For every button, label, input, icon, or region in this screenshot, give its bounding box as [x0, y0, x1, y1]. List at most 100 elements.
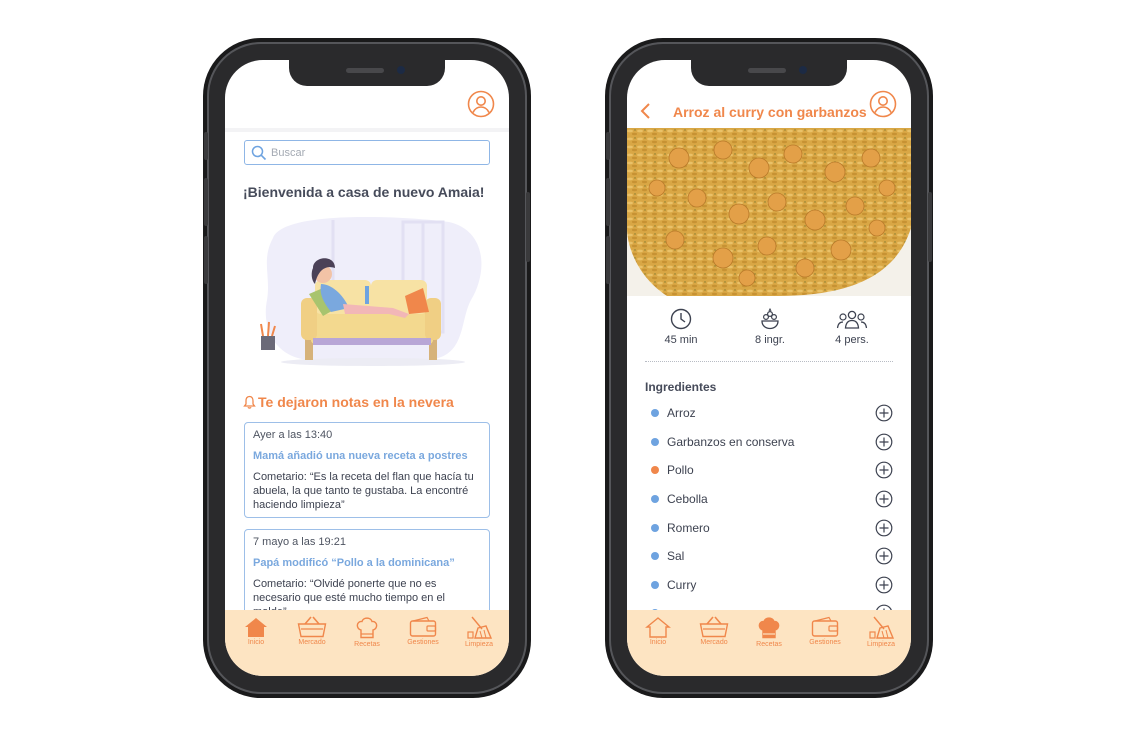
chef-hat-icon [356, 617, 378, 639]
home-icon [645, 617, 671, 638]
ingredient-row: Sal [651, 546, 893, 566]
recipe-screen: Arroz al curry con garbanzos 45 min 8 in… [627, 60, 911, 676]
bell-icon [243, 395, 256, 409]
tab-gestiones[interactable]: Gestiones [395, 616, 451, 656]
ingredient-name: Romero [667, 521, 710, 535]
tab-mercado[interactable]: Mercado [284, 616, 340, 656]
tab-label: Mercado [298, 639, 326, 646]
note-timestamp: Ayer a las 13:40 [253, 429, 333, 441]
home-screen: ¡Bienvenida a casa de nuevo Amaia! [225, 60, 509, 676]
power-button [526, 192, 530, 262]
notch [691, 60, 847, 86]
tab-label: Mercado [700, 639, 728, 646]
welcome-heading: ¡Bienvenida a casa de nuevo Amaia! [243, 184, 485, 200]
broom-icon [467, 616, 492, 639]
user-avatar-icon[interactable] [869, 90, 897, 118]
tab-recetas[interactable]: Recetas [339, 616, 395, 656]
stat-people-value: 4 pers. [835, 334, 869, 346]
search-input[interactable] [271, 144, 481, 161]
chef-hat-icon [758, 617, 780, 639]
bullet-dot [651, 438, 659, 446]
add-circle-icon[interactable] [875, 490, 893, 508]
back-chevron-icon[interactable] [637, 100, 655, 122]
stat-people: 4 pers. [822, 308, 882, 346]
bullet-dot [651, 524, 659, 532]
tab-inicio[interactable]: Inicio [228, 616, 284, 656]
note-card[interactable]: Ayer a las 13:40 Mamá añadió una nueva r… [244, 422, 490, 518]
power-button [928, 192, 932, 262]
phone-home: ¡Bienvenida a casa de nuevo Amaia! [204, 42, 530, 694]
basket-icon [297, 616, 327, 638]
tab-label: Recetas [756, 641, 782, 648]
add-circle-icon[interactable] [875, 576, 893, 594]
tab-inicio[interactable]: Inicio [630, 616, 686, 656]
tab-label: Gestiones [407, 639, 439, 646]
bullet-dot [651, 552, 659, 560]
tab-bar: Inicio Mercado Recetas Gestiones Limpiez… [225, 610, 509, 676]
ingredient-row: Garbanzos en conserva [651, 432, 893, 452]
search-icon [251, 145, 267, 161]
recipe-title: Arroz al curry con garbanzos [673, 104, 867, 120]
broom-icon [869, 616, 894, 639]
tab-label: Recetas [354, 641, 380, 648]
bullet-dot [651, 495, 659, 503]
wallet-icon [811, 616, 839, 637]
volume-down-button [606, 236, 610, 284]
ingredient-name: Arroz [667, 406, 696, 420]
add-circle-icon[interactable] [875, 547, 893, 565]
add-circle-icon[interactable] [875, 433, 893, 451]
ingredient-row: Curry [651, 575, 893, 595]
mute-switch [204, 132, 208, 160]
note-comment: Cometario: “Es la receta del flan que ha… [253, 471, 474, 511]
recipe-photo [627, 128, 911, 296]
stat-ingredients: 8 ingr. [740, 308, 800, 346]
ingredient-row: Arroz [651, 403, 893, 423]
ingredient-row: Cebolla [651, 489, 893, 509]
ingredient-name: Sal [667, 549, 685, 563]
add-circle-icon[interactable] [875, 404, 893, 422]
add-circle-icon[interactable] [875, 461, 893, 479]
stat-ingredients-value: 8 ingr. [755, 334, 785, 346]
volume-down-button [204, 236, 208, 284]
volume-up-button [606, 178, 610, 226]
ingredient-name: Garbanzos en conserva [667, 435, 795, 449]
ingredient-row: Romero [651, 518, 893, 538]
volume-up-button [204, 178, 208, 226]
tab-gestiones[interactable]: Gestiones [797, 616, 853, 656]
phone-recipe: Arroz al curry con garbanzos 45 min 8 in… [606, 42, 932, 694]
tab-label: Limpieza [866, 641, 895, 648]
basket-icon [699, 616, 729, 638]
bullet-dot [651, 466, 659, 474]
ingredients-bowl-icon [761, 308, 779, 330]
stats-divider [645, 361, 893, 362]
tab-mercado[interactable]: Mercado [686, 616, 742, 656]
notch [289, 60, 445, 86]
tab-label: Inicio [247, 639, 265, 646]
tab-recetas[interactable]: Recetas [741, 616, 797, 656]
tab-limpieza[interactable]: Limpieza [451, 616, 507, 656]
stat-time: 45 min [651, 308, 711, 346]
tab-label: Limpieza [464, 641, 493, 648]
add-circle-icon[interactable] [875, 519, 893, 537]
woman-on-sofa-illustration [253, 210, 485, 370]
ingredient-name: Cebolla [667, 492, 708, 506]
bullet-dot [651, 581, 659, 589]
clock-icon [670, 308, 692, 330]
wallet-icon [409, 616, 437, 637]
tab-limpieza[interactable]: Limpieza [853, 616, 909, 656]
stat-time-value: 45 min [664, 334, 698, 346]
ingredient-row: Pollo [651, 460, 893, 480]
tab-bar: Inicio Mercado Recetas Gestiones Limpiez… [627, 610, 911, 676]
note-headline[interactable]: Mamá añadió una nueva receta a postres [253, 450, 481, 462]
bullet-dot [651, 409, 659, 417]
user-avatar-icon[interactable] [467, 90, 495, 118]
ingredients-heading: Ingredientes [645, 380, 717, 394]
notes-section-title: Te dejaron notas en la nevera [243, 394, 454, 410]
people-icon [836, 310, 868, 329]
note-headline[interactable]: Papá modificó “Pollo a la dominicana” [253, 557, 481, 569]
notes-title-text: Te dejaron notas en la nevera [258, 394, 454, 410]
home-icon [245, 618, 267, 637]
note-timestamp: 7 mayo a las 19:21 [253, 536, 346, 548]
mute-switch [606, 132, 610, 160]
search-bar[interactable] [244, 140, 490, 165]
